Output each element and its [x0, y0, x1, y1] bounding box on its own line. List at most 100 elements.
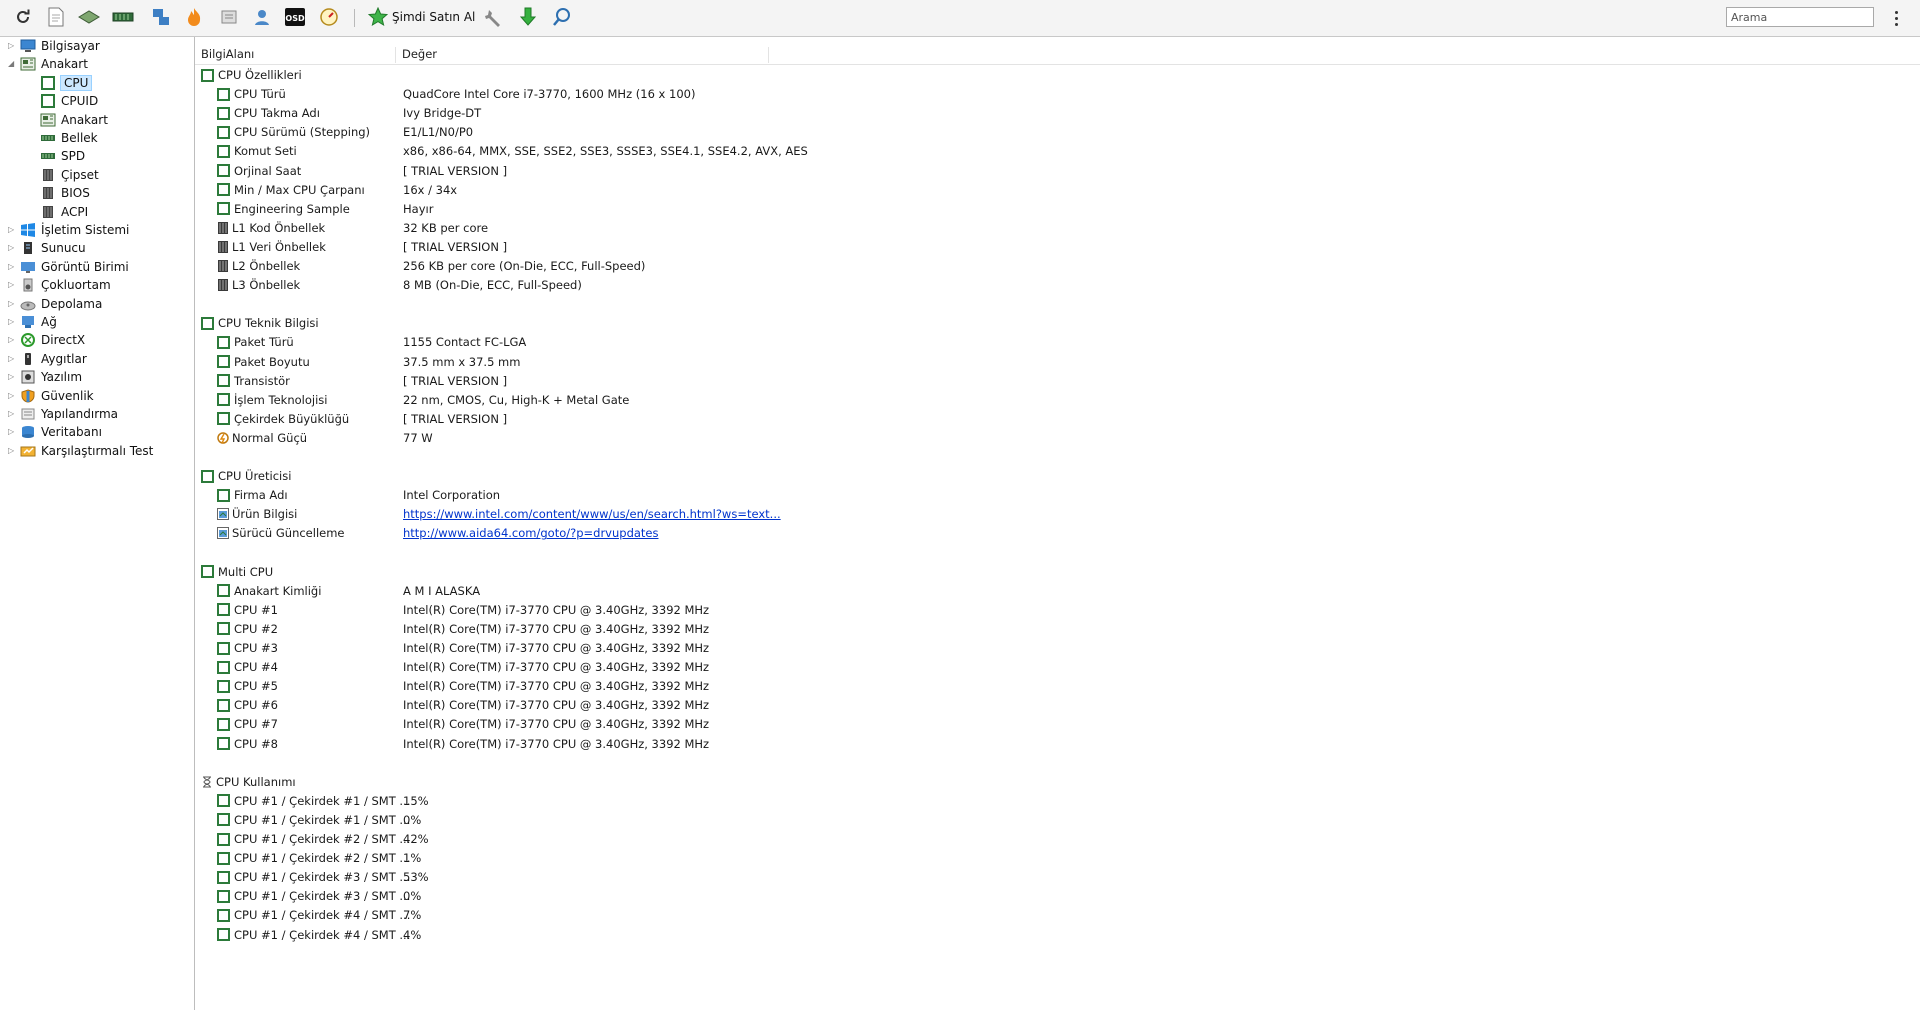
tree-item-6[interactable]: SPD: [40, 147, 85, 165]
tools-icon[interactable]: [218, 6, 240, 28]
detail-row[interactable]: Anakart Kimliği A M I ALASKA: [217, 582, 1117, 600]
tree-item-3[interactable]: CPUID: [40, 92, 98, 110]
detail-row[interactable]: CPU #1 / Çekirdek #1 / SMT ... 15%: [217, 792, 1117, 810]
detail-row[interactable]: CPU #2 Intel(R) Core(TM) i7-3770 CPU @ 3.…: [217, 620, 1117, 638]
field-label: L1 Veri Önbellek: [232, 239, 326, 254]
web-link-icon: [217, 508, 232, 521]
column-divider[interactable]: [768, 47, 769, 63]
column-value-header[interactable]: Değer: [402, 45, 437, 64]
detail-row[interactable]: CPU #4 Intel(R) Core(TM) i7-3770 CPU @ 3.…: [217, 658, 1117, 676]
value-link[interactable]: http://www.aida64.com/goto/?p=drvupdates: [403, 524, 659, 542]
detail-row[interactable]: CPU #5 Intel(R) Core(TM) i7-3770 CPU @ 3.…: [217, 677, 1117, 695]
tree-item-21[interactable]: ▷ Veritabanı: [8, 423, 102, 441]
detail-row[interactable]: Firma Adı Intel Corporation: [217, 486, 1117, 504]
detail-row[interactable]: CPU #1 / Çekirdek #3 / SMT ... 53%: [217, 868, 1117, 886]
detail-row[interactable]: CPU #1 / Çekirdek #2 / SMT ... 42%: [217, 830, 1117, 848]
search-icon[interactable]: [551, 6, 573, 28]
detail-row[interactable]: L3 Önbellek 8 MB (On-Die, ECC, Full-Speed…: [217, 276, 1117, 294]
tree-expander-icon[interactable]: ▷: [8, 244, 16, 252]
tree-expander-icon[interactable]: ▷: [8, 428, 16, 436]
tree-item-13[interactable]: ▷ Çokluortam: [8, 276, 111, 294]
tree-item-12[interactable]: ▷ Görüntü Birimi: [8, 258, 129, 276]
detail-row[interactable]: Transistör [ TRIAL VERSION ]: [217, 372, 1117, 390]
detail-row[interactable]: CPU #1 / Çekirdek #4 / SMT ... 4%: [217, 926, 1117, 944]
gauge-icon[interactable]: [318, 6, 340, 28]
tree-expander-icon[interactable]: ▷: [8, 354, 16, 363]
detail-row[interactable]: Paket Türü 1155 Contact FC-LGA: [217, 333, 1117, 351]
search-input[interactable]: [1726, 7, 1874, 27]
detail-row[interactable]: Komut Seti x86, x86-64, MMX, SSE, SSE2, S…: [217, 142, 1117, 160]
detail-row[interactable]: CPU #1 / Çekirdek #2 / SMT ... 1%: [217, 849, 1117, 867]
detail-row[interactable]: Normal Güçü 77 W: [217, 429, 1117, 447]
tree-item-8[interactable]: BIOS: [40, 184, 90, 202]
field-label: CPU Sürümü (Stepping): [234, 125, 371, 140]
tree-item-22[interactable]: ▷ Karşılaştırmalı Test: [8, 442, 153, 460]
tree-item-7[interactable]: Çipset: [40, 166, 99, 184]
value-link[interactable]: https://www.intel.com/content/www/us/en/…: [403, 505, 781, 523]
detail-row[interactable]: Min / Max CPU Çarpanı 16x / 34x: [217, 181, 1117, 199]
user-icon[interactable]: [251, 6, 273, 28]
detail-row[interactable]: CPU Takma Adı Ivy Bridge-DT: [217, 104, 1117, 122]
detail-row[interactable]: CPU #1 / Çekirdek #1 / SMT ... 0%: [217, 811, 1117, 829]
report-icon[interactable]: [45, 6, 67, 28]
memory-icon[interactable]: [112, 6, 134, 28]
detail-row[interactable]: CPU #6 Intel(R) Core(TM) i7-3770 CPU @ 3.…: [217, 696, 1117, 714]
detail-row[interactable]: CPU #1 / Çekirdek #3 / SMT ... 0%: [217, 887, 1117, 905]
motherboard-icon[interactable]: [78, 6, 100, 28]
detail-row[interactable]: Çekirdek Büyüklüğü [ TRIAL VERSION ]: [217, 410, 1117, 428]
tree-item-14[interactable]: ▷ Depolama: [8, 295, 102, 313]
refresh-icon[interactable]: [12, 6, 34, 28]
tree-expander-icon[interactable]: ▷: [8, 446, 16, 455]
tree-item-9[interactable]: ACPI: [40, 203, 88, 221]
tree-item-11[interactable]: ▷ Sunucu: [8, 239, 86, 257]
detail-row[interactable]: İşlem Teknolojisi 22 nm, CMOS, Cu, High-K…: [217, 391, 1117, 409]
tree-expander-icon[interactable]: ▷: [8, 281, 16, 289]
detail-row[interactable]: Paket Boyutu 37.5 mm x 37.5 mm: [217, 353, 1117, 371]
column-field-header[interactable]: BilgiAlanı: [201, 45, 391, 64]
tree-item-17[interactable]: ▷ Aygıtlar: [8, 350, 87, 368]
detail-row[interactable]: CPU Sürümü (Stepping) E1/L1/N0/P0: [217, 123, 1117, 141]
tree-item-19[interactable]: ▷ Güvenlik: [8, 387, 94, 405]
tools-wrench-icon[interactable]: [484, 6, 506, 28]
buy-now-button[interactable]: Şimdi Satın Al: [368, 6, 475, 28]
network-remote-icon[interactable]: [150, 6, 172, 28]
detail-row[interactable]: CPU #7 Intel(R) Core(TM) i7-3770 CPU @ 3.…: [217, 715, 1117, 733]
tree-item-16[interactable]: ▷ DirectX: [8, 331, 85, 349]
tree-item-5[interactable]: Bellek: [40, 129, 98, 147]
detail-row[interactable]: CPU #8 Intel(R) Core(TM) i7-3770 CPU @ 3.…: [217, 735, 1117, 753]
tree-item-0[interactable]: ▷ Bilgisayar: [8, 37, 100, 55]
tree-expander-icon[interactable]: ▷: [8, 410, 16, 418]
tree-item-18[interactable]: ▷ Yazılım: [8, 368, 82, 386]
flame-test-icon[interactable]: [183, 6, 205, 28]
tree-item-10[interactable]: ▷ İşletim Sistemi: [8, 221, 129, 239]
tree-expander-icon[interactable]: ▷: [8, 226, 16, 234]
detail-row[interactable]: Engineering Sample Hayır: [217, 200, 1117, 218]
column-divider[interactable]: [395, 47, 396, 63]
tree-item-4[interactable]: Anakart: [40, 111, 108, 129]
detail-row[interactable]: CPU #1 / Çekirdek #4 / SMT ... 7%: [217, 906, 1117, 924]
tree-expander-icon[interactable]: ▷: [8, 318, 16, 326]
tree-item-20[interactable]: ▷ Yapılandırma: [8, 405, 118, 423]
tree-expander-icon[interactable]: ▷: [8, 299, 16, 308]
tree-expander-icon[interactable]: ▷: [8, 373, 16, 381]
detail-row[interactable]: L1 Kod Önbellek 32 KB per core: [217, 219, 1117, 237]
download-arrow-icon[interactable]: [517, 6, 539, 28]
detail-row[interactable]: CPU #3 Intel(R) Core(TM) i7-3770 CPU @ 3.…: [217, 639, 1117, 657]
tree-item-1[interactable]: ◢ Anakart: [8, 55, 88, 73]
tree-expander-icon[interactable]: ▷: [8, 391, 16, 400]
tree-expander-icon[interactable]: ▷: [8, 262, 16, 271]
tree-expander-icon[interactable]: ◢: [8, 60, 16, 68]
more-menu-icon[interactable]: [1890, 7, 1902, 29]
tree-expander-icon[interactable]: ▷: [8, 336, 16, 344]
detail-row[interactable]: L1 Veri Önbellek [ TRIAL VERSION ]: [217, 238, 1117, 256]
osd-icon[interactable]: OSD: [284, 6, 306, 28]
tree-item-15[interactable]: ▷ Ağ: [8, 313, 57, 331]
detail-row[interactable]: L2 Önbellek 256 KB per core (On-Die, ECC,…: [217, 257, 1117, 275]
tree-expander-icon[interactable]: ▷: [8, 42, 16, 50]
detail-row[interactable]: Ürün Bilgisi https://www.intel.com/conten…: [217, 505, 1117, 523]
tree-item-2[interactable]: CPU: [40, 74, 93, 92]
detail-row[interactable]: Sürücü Güncelleme http://www.aida64.com/g…: [217, 524, 1117, 542]
detail-row[interactable]: CPU Türü QuadCore Intel Core i7-3770, 160…: [217, 85, 1117, 103]
detail-row[interactable]: Orjinal Saat [ TRIAL VERSION ]: [217, 162, 1117, 180]
detail-row[interactable]: CPU #1 Intel(R) Core(TM) i7-3770 CPU @ 3.…: [217, 601, 1117, 619]
